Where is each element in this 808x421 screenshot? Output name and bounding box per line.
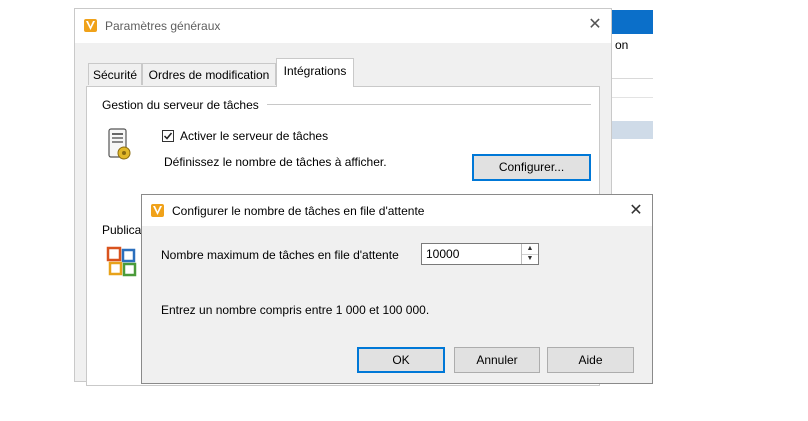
spin-buttons: ▲ ▼ xyxy=(521,244,538,264)
configure-button-label: Configurer... xyxy=(498,160,565,174)
background-app-selected-row[interactable] xyxy=(611,121,653,139)
enable-job-server-checkbox[interactable] xyxy=(162,130,174,142)
group-divider xyxy=(267,104,591,105)
vault-logo-icon xyxy=(84,19,97,32)
background-app-titlebar xyxy=(611,10,653,34)
job-server-icon xyxy=(108,128,131,160)
background-app-text: on xyxy=(615,38,629,52)
dialog-title: Configurer le nombre de tâches en file d… xyxy=(172,204,425,218)
ok-button-label: OK xyxy=(392,353,410,367)
max-queue-value[interactable]: 10000 xyxy=(426,247,459,261)
job-server-group-title: Gestion du serveur de tâches xyxy=(102,98,259,112)
dialog-titlebar: Configurer le nombre de tâches en file d… xyxy=(142,195,652,226)
cancel-button-label: Annuler xyxy=(476,353,518,367)
configure-queue-dialog: Configurer le nombre de tâches en file d… xyxy=(141,194,653,384)
job-server-description: Définissez le nombre de tâches à affiche… xyxy=(164,155,387,169)
tab-integrations[interactable]: Intégrations xyxy=(276,58,354,87)
ok-button[interactable]: OK xyxy=(357,347,445,373)
help-button[interactable]: Aide xyxy=(547,347,634,373)
range-hint: Entrez un nombre compris entre 1 000 et … xyxy=(161,303,430,317)
background-app-separator xyxy=(611,97,653,98)
help-button-label: Aide xyxy=(578,353,603,367)
settings-titlebar: Paramètres généraux ✕ xyxy=(75,9,611,43)
checkmark-icon xyxy=(163,132,173,140)
max-queue-spinbox[interactable]: 10000 ▲ ▼ xyxy=(421,243,539,265)
max-queue-label: Nombre maximum de tâches en file d'atten… xyxy=(161,248,399,262)
spin-down-icon[interactable]: ▼ xyxy=(522,254,538,264)
close-icon[interactable]: ✕ xyxy=(583,13,607,37)
tab-label: Sécurité xyxy=(92,68,138,82)
tab-label: Ordres de modification xyxy=(148,68,270,82)
close-icon[interactable]: ✕ xyxy=(624,199,648,223)
enable-job-server-label: Activer le serveur de tâches xyxy=(180,129,329,143)
configure-button[interactable]: Configurer... xyxy=(472,154,591,181)
cancel-button[interactable]: Annuler xyxy=(454,347,540,373)
settings-title: Paramètres généraux xyxy=(105,19,221,33)
publish-group-title: Publica xyxy=(102,223,142,237)
background-app-separator xyxy=(611,78,653,79)
tab-securite[interactable]: Sécurité xyxy=(88,63,142,85)
vault-logo-icon xyxy=(151,204,164,217)
office-publish-icon xyxy=(106,246,137,277)
tab-ordres-de-modification[interactable]: Ordres de modification xyxy=(142,63,276,85)
tab-label: Intégrations xyxy=(283,64,347,78)
